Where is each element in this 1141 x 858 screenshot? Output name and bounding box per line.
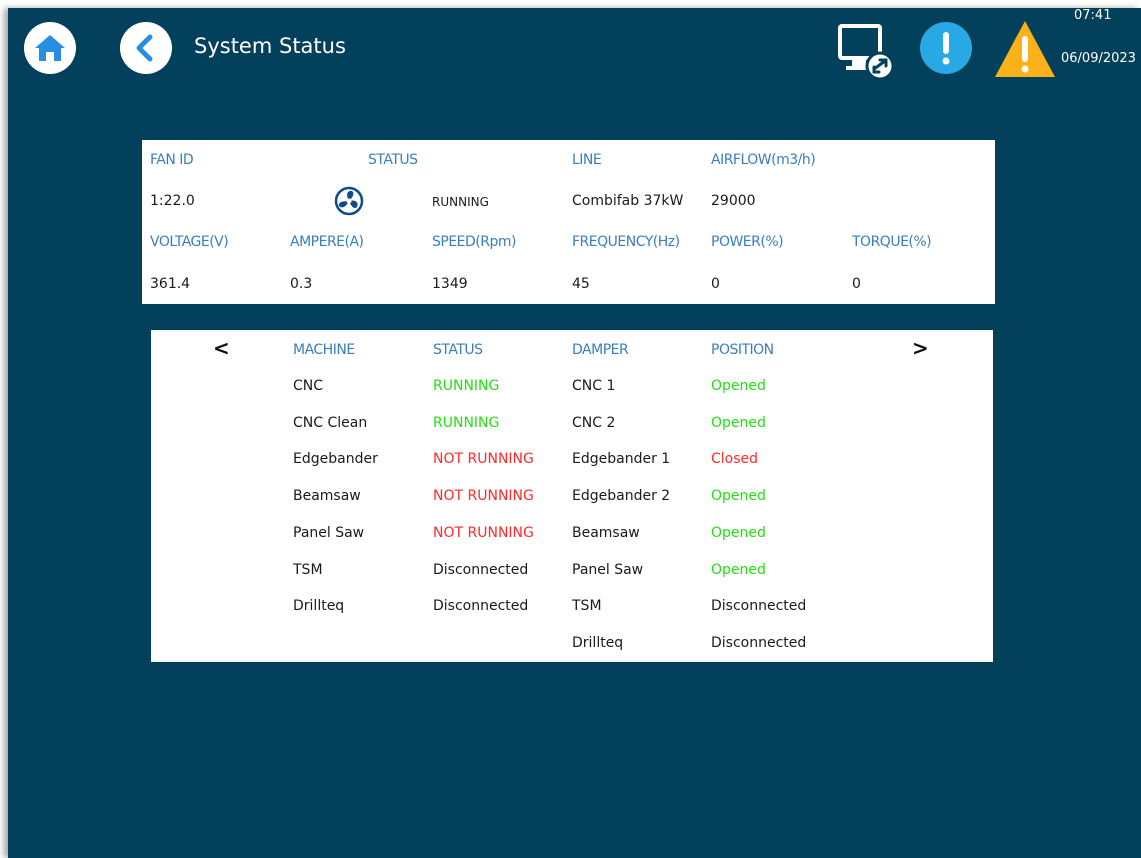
warning-button[interactable]: [992, 18, 1058, 80]
remote-desktop-icon: [838, 24, 895, 81]
clock-date: 06/09/2023: [1061, 51, 1136, 66]
damper-position: Opened: [711, 562, 766, 578]
damper-header: DAMPER: [572, 342, 629, 358]
machine-name: Beamsaw: [293, 488, 361, 504]
voltage-header: VOLTAGE(V): [150, 234, 229, 250]
machine-name: TSM: [293, 562, 323, 578]
machine-name: Panel Saw: [293, 525, 365, 541]
frequency-value: 45: [572, 276, 590, 292]
machine-name: Edgebander: [293, 451, 378, 467]
info-button[interactable]: [920, 22, 972, 74]
fan-running-icon: [334, 186, 364, 220]
line-header: LINE: [572, 152, 602, 168]
damper-name: Beamsaw: [572, 525, 640, 541]
damper-name: Drillteq: [572, 635, 624, 651]
line-value: Combifab 37kW: [572, 193, 684, 209]
power-value: 0: [711, 276, 720, 292]
home-button[interactable]: [24, 22, 76, 74]
machine-status: RUNNING: [433, 415, 500, 431]
damper-position: Closed: [711, 451, 759, 467]
torque-value: 0: [852, 276, 861, 292]
remote-desktop-button[interactable]: [836, 18, 898, 82]
frequency-header: FREQUENCY(Hz): [572, 234, 680, 250]
machine-status: Disconnected: [433, 598, 529, 614]
damper-position: Opened: [711, 415, 766, 431]
page-title: System Status: [194, 34, 346, 58]
damper-name: CNC 2: [572, 415, 616, 431]
ampere-value: 0.3: [290, 276, 313, 292]
damper-position: Disconnected: [711, 598, 807, 614]
fan-status-value: RUNNING: [432, 195, 489, 209]
home-icon: [35, 35, 65, 61]
voltage-value: 361.4: [150, 276, 191, 292]
machine-status: NOT RUNNING: [433, 451, 534, 467]
previous-page-button[interactable]: <: [213, 336, 230, 360]
torque-header: TORQUE(%): [852, 234, 932, 250]
airflow-value: 29000: [711, 193, 756, 209]
position-header: POSITION: [711, 342, 774, 358]
machine-name: CNC Clean: [293, 415, 368, 431]
warning-icon: [995, 21, 1055, 77]
speed-header: SPEED(Rpm): [432, 234, 516, 250]
power-header: POWER(%): [711, 234, 784, 250]
machine-name: CNC: [293, 378, 324, 394]
fan-status-panel: FAN ID STATUS LINE AIRFLOW(m3/h) 1:22.0 …: [142, 140, 995, 304]
machine-status: NOT RUNNING: [433, 488, 534, 504]
ampere-header: AMPERE(A): [290, 234, 364, 250]
system-status-screen: System Status 07:41 06/09/2023 FAN ID ST…: [8, 8, 1141, 858]
damper-name: TSM: [572, 598, 602, 614]
machine-status: Disconnected: [433, 562, 529, 578]
machine-status: NOT RUNNING: [433, 525, 534, 541]
back-icon: [136, 34, 153, 62]
damper-name: Edgebander 2: [572, 488, 671, 504]
airflow-header: AIRFLOW(m3/h): [711, 152, 816, 168]
clock-time: 07:41: [1074, 8, 1112, 23]
machine-name: Drillteq: [293, 598, 345, 614]
damper-position: Opened: [711, 378, 766, 394]
speed-value: 1349: [432, 276, 468, 292]
damper-position: Disconnected: [711, 635, 807, 651]
machine-status: RUNNING: [433, 378, 500, 394]
machine-damper-panel: < > MACHINE STATUS DAMPER POSITION CNC RU…: [151, 330, 993, 662]
damper-position: Opened: [711, 488, 766, 504]
machine-status-header: STATUS: [433, 342, 483, 358]
back-button[interactable]: [120, 22, 172, 74]
fan-id-header: FAN ID: [150, 152, 194, 168]
damper-name: Edgebander 1: [572, 451, 671, 467]
info-icon: [942, 32, 950, 65]
damper-name: Panel Saw: [572, 562, 644, 578]
damper-name: CNC 1: [572, 378, 616, 394]
damper-position: Opened: [711, 525, 766, 541]
machine-header: MACHINE: [293, 342, 355, 358]
next-page-button[interactable]: >: [912, 336, 929, 360]
fan-id-value: 1:22.0: [150, 193, 195, 209]
fan-status-header: STATUS: [368, 152, 418, 168]
